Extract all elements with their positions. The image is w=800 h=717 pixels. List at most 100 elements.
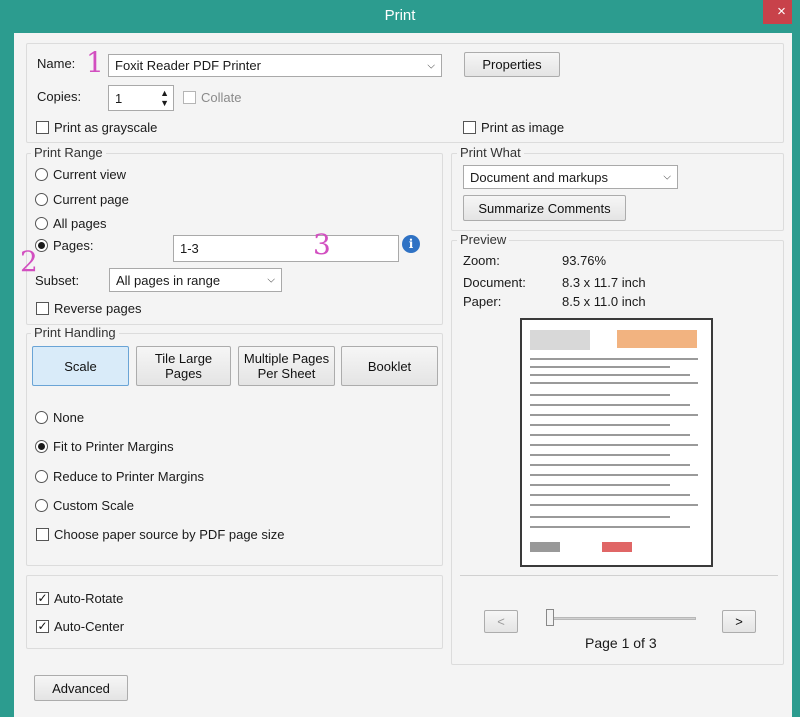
radio-custom-scale[interactable] (35, 499, 48, 512)
summarize-comments-button[interactable]: Summarize Comments (463, 195, 626, 221)
subset-label: Subset: (35, 273, 80, 288)
auto-center-label: Auto-Center (54, 619, 125, 634)
reverse-pages-checkbox[interactable] (36, 302, 49, 315)
current-page-label: Current page (53, 192, 129, 207)
annotation-3: 3 (313, 228, 331, 261)
next-page-button[interactable]: > (722, 610, 756, 633)
printer-select[interactable]: Foxit Reader PDF Printer ⌵ (108, 54, 442, 77)
spinner-icon[interactable]: ▲ ▼ (160, 88, 169, 108)
reduce-to-printer-margins-label: Reduce to Printer Margins (53, 469, 205, 484)
all-pages-label: All pages (53, 216, 107, 231)
thumb-text-line (530, 516, 670, 518)
properties-button[interactable]: Properties (464, 52, 560, 77)
window-border-right (792, 0, 800, 717)
thumb-footer-mark (602, 542, 632, 552)
print-what-value: Document and markups (470, 169, 609, 185)
printer-name-value: Foxit Reader PDF Printer (115, 58, 261, 73)
paper-label: Paper: (463, 294, 502, 309)
print-handling-legend: Print Handling (31, 325, 119, 340)
paper-size-value: 8.5 x 11.0 inch (562, 294, 646, 309)
thumb-text-line (530, 504, 698, 506)
document-label: Document: (463, 275, 526, 290)
page-preview-thumbnail (520, 318, 713, 567)
thumb-text-line (530, 434, 690, 436)
annotation-1: 1 (86, 46, 104, 79)
radio-fit-to-printer-margins[interactable] (35, 440, 48, 453)
radio-all-pages[interactable] (35, 217, 48, 230)
thumb-logo (530, 330, 590, 350)
zoom-label: Zoom: (463, 253, 500, 268)
zoom-value: 93.76% (562, 253, 607, 268)
radio-reduce-to-printer-margins[interactable] (35, 470, 48, 483)
copies-label: Copies: (37, 89, 82, 104)
auto-rotate-checkbox[interactable]: ✓ (36, 592, 49, 605)
collate-checkbox[interactable] (183, 91, 196, 104)
print-what-legend: Print What (457, 145, 524, 160)
thumb-footer-logo (530, 542, 560, 552)
name-label: Name: (37, 56, 76, 71)
thumb-text-line (530, 494, 690, 496)
thumb-text-line (530, 474, 698, 476)
tab-multiple-pages-per-sheet[interactable]: Multiple Pages Per Sheet (238, 346, 335, 386)
thumb-text-line (530, 454, 670, 456)
paper-source-checkbox[interactable] (36, 528, 49, 541)
radio-current-page[interactable] (35, 193, 48, 206)
thumb-text-line (530, 358, 698, 360)
chevron-down-icon: ⌵ (267, 274, 275, 286)
window-border-left (0, 0, 14, 717)
current-view-label: Current view (53, 167, 126, 182)
thumb-text-line (530, 484, 670, 486)
auto-center-checkbox[interactable]: ✓ (36, 620, 49, 633)
grayscale-checkbox[interactable] (36, 121, 49, 134)
tab-scale[interactable]: Scale (32, 346, 129, 386)
advanced-button[interactable]: Advanced (34, 675, 128, 701)
thumb-text-line (530, 394, 670, 396)
radio-current-view[interactable] (35, 168, 48, 181)
print-as-image-checkbox[interactable] (463, 121, 476, 134)
subset-select[interactable]: All pages in range ⌵ (109, 268, 282, 292)
none-label: None (53, 410, 85, 425)
reverse-pages-label: Reverse pages (54, 301, 142, 316)
page-slider-thumb[interactable] (546, 609, 554, 626)
grayscale-label: Print as grayscale (54, 120, 158, 135)
copies-value: 1 (115, 90, 123, 106)
collate-label: Collate (201, 90, 242, 105)
print-range-legend: Print Range (31, 145, 106, 160)
subset-value: All pages in range (116, 272, 221, 288)
paper-source-label: Choose paper source by PDF page size (54, 527, 285, 542)
thumb-banner (617, 330, 697, 348)
pages-input[interactable]: 1-3 (173, 235, 399, 262)
fit-to-printer-margins-label: Fit to Printer Margins (53, 439, 174, 454)
document-size-value: 8.3 x 11.7 inch (562, 275, 646, 290)
thumb-text-line (530, 464, 690, 466)
thumb-text-line (530, 404, 690, 406)
close-icon: × (777, 3, 786, 20)
window-title: Print (384, 7, 416, 24)
preview-divider (460, 575, 778, 576)
thumb-text-line (530, 374, 690, 376)
tab-tile-large-pages[interactable]: Tile Large Pages (136, 346, 231, 386)
copies-input[interactable]: 1 ▲ ▼ (108, 85, 174, 111)
print-what-select[interactable]: Document and markups ⌵ (463, 165, 678, 189)
page-slider-track[interactable] (548, 617, 696, 620)
preview-legend: Preview (457, 232, 510, 247)
orientation-group (26, 575, 443, 649)
chevron-down-icon: ⌵ (663, 171, 671, 183)
custom-scale-label: Custom Scale (53, 498, 134, 513)
tab-booklet[interactable]: Booklet (341, 346, 438, 386)
radio-none[interactable] (35, 411, 48, 424)
pages-label: Pages: (53, 238, 94, 253)
thumb-text-line (530, 382, 698, 384)
thumb-text-line (530, 414, 698, 416)
chevron-down-icon: ⌵ (427, 60, 435, 71)
page-indicator: Page 1 of 3 (585, 635, 657, 651)
prev-page-button[interactable]: < (484, 610, 518, 633)
info-icon[interactable]: i (402, 235, 420, 253)
thumb-text-line (530, 526, 690, 528)
thumb-text-line (530, 424, 670, 426)
pages-value: 1-3 (180, 241, 199, 256)
auto-rotate-label: Auto-Rotate (54, 591, 124, 606)
thumb-text-line (530, 366, 670, 368)
print-as-image-label: Print as image (481, 120, 565, 135)
thumb-text-line (530, 444, 698, 446)
